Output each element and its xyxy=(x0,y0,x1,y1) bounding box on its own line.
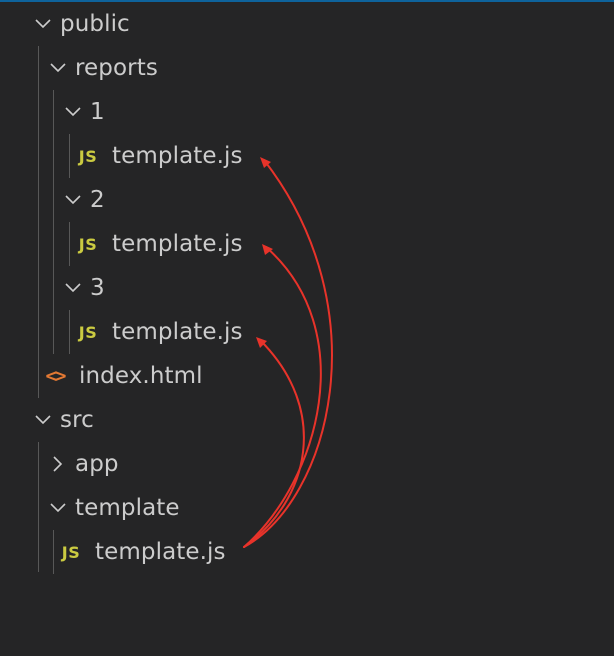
tree-item-label: template.js xyxy=(112,319,243,345)
tree-item-index-html[interactable]: <> index.html xyxy=(0,354,614,398)
tree-item-folder-3-template-js[interactable]: JS template.js xyxy=(0,310,614,354)
chevron-down-icon xyxy=(62,277,84,299)
tree-item-reports-folder[interactable]: reports xyxy=(0,46,614,90)
tree-item-label: 1 xyxy=(90,99,105,125)
tree-item-label: src xyxy=(60,407,94,433)
tree-item-label: 2 xyxy=(90,187,105,213)
tree-item-label: reports xyxy=(75,55,158,81)
tree-item-app-folder[interactable]: app xyxy=(0,442,614,486)
tree-item-folder-1-template-js[interactable]: JS template.js xyxy=(0,134,614,178)
javascript-file-icon: JS xyxy=(78,322,98,342)
tree-item-label: public xyxy=(60,11,130,37)
tree-item-public-folder[interactable]: public xyxy=(0,2,614,46)
chevron-right-icon xyxy=(47,453,69,475)
html-file-icon: <> xyxy=(45,365,67,387)
chevron-down-icon xyxy=(47,57,69,79)
tree-item-label: 3 xyxy=(90,275,105,301)
javascript-file-icon: JS xyxy=(78,234,98,254)
tree-item-folder-2[interactable]: 2 xyxy=(0,178,614,222)
tree-item-label: template xyxy=(75,495,180,521)
chevron-down-icon xyxy=(62,189,84,211)
chevron-down-icon xyxy=(47,497,69,519)
chevron-down-icon xyxy=(32,409,54,431)
javascript-file-icon: JS xyxy=(61,542,81,562)
tree-item-label: template.js xyxy=(95,539,226,565)
explorer-tree: public reports 1 JS template.js 2 JS tem… xyxy=(0,2,614,574)
tree-item-folder-1[interactable]: 1 xyxy=(0,90,614,134)
tree-item-src-template-js[interactable]: JS template.js xyxy=(0,530,614,574)
tree-item-label: template.js xyxy=(112,231,243,257)
tree-item-label: app xyxy=(75,451,119,477)
tree-item-template-folder[interactable]: template xyxy=(0,486,614,530)
chevron-down-icon xyxy=(32,13,54,35)
tree-item-folder-2-template-js[interactable]: JS template.js xyxy=(0,222,614,266)
chevron-down-icon xyxy=(62,101,84,123)
tree-item-label: index.html xyxy=(79,363,203,389)
tree-item-src-folder[interactable]: src xyxy=(0,398,614,442)
tree-item-folder-3[interactable]: 3 xyxy=(0,266,614,310)
javascript-file-icon: JS xyxy=(78,146,98,166)
tree-item-label: template.js xyxy=(112,143,243,169)
